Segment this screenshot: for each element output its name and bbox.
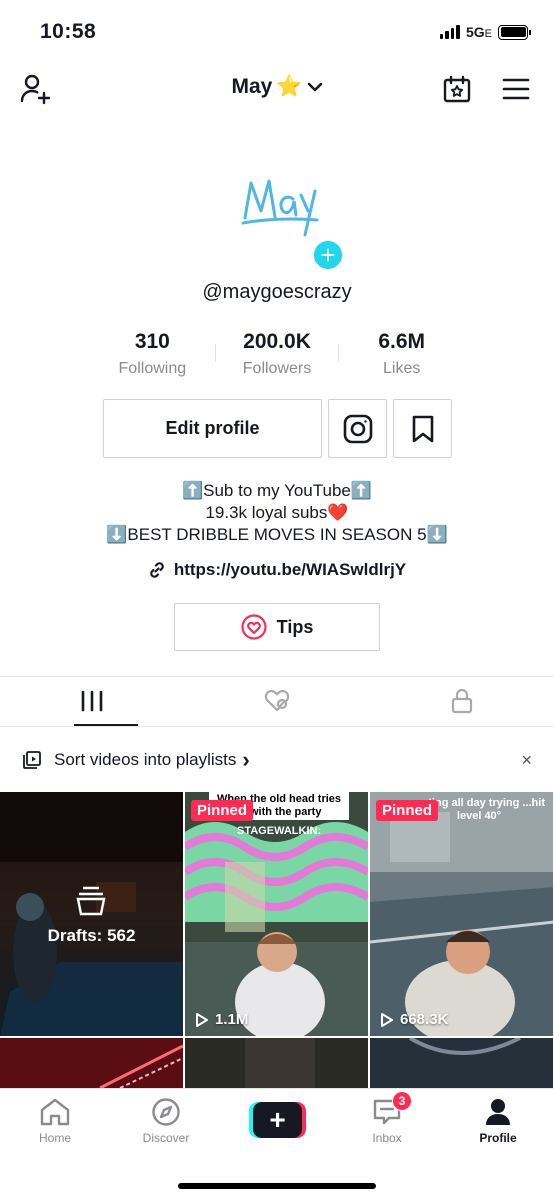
bio-link[interactable]: https://youtu.be/WIASwldlrjY [0,560,554,580]
lock-icon [451,688,472,714]
chevron-right-icon: › [242,747,250,772]
instagram-button[interactable] [328,399,387,458]
drafts-label: Drafts: 562 [47,926,136,945]
tabs-divider [0,726,554,727]
stat-divider [214,344,216,362]
tips-button[interactable]: Tips [174,603,380,651]
create-plus: + [269,1104,286,1135]
video-caption-2: STAGEWALKIN: [237,825,322,837]
instagram-icon [343,414,372,443]
create-button[interactable]: + [249,1102,306,1138]
pinned-badge: Pinned [191,800,254,821]
play-icon [381,1012,393,1027]
hidden-heart-icon [264,690,290,712]
favorites-button[interactable] [393,399,452,458]
link-icon [150,562,164,578]
username: @maygoescrazy [202,281,352,303]
video-tile[interactable]: ...sting all day trying ...hit level 40°… [370,792,553,1036]
video-thumbnail [0,1038,183,1088]
play-icon [196,1012,208,1027]
playlist-banner-label: Sort videos into playlists [54,750,237,769]
nav-profile[interactable]: Profile [453,1097,543,1145]
stat-likes[interactable]: 6.6M Likes [339,330,464,378]
compass-icon [152,1098,180,1126]
video-tile[interactable] [185,1038,368,1088]
stat-value: 6.6M [378,330,426,353]
bio-link-text: https://youtu.be/WIASwldlrjY [173,560,407,579]
stat-label: Likes [383,360,421,377]
stat-label: Followers [242,360,312,377]
nav-inbox[interactable]: 3 Inbox [342,1091,432,1145]
chevron-down-icon [307,82,322,92]
inbox-badge: 3 [392,1091,412,1111]
status-time: 10:58 [40,20,97,43]
view-count: 1.1M [195,1011,248,1028]
menu-icon[interactable] [499,72,533,106]
header-title: May [231,75,273,98]
home-icon [40,1098,70,1126]
nav-label: Profile [479,1131,517,1145]
profile-actions: Edit profile [103,399,452,458]
nav-label: Home [38,1131,71,1145]
tips-heart-icon [241,614,267,640]
status-indicators: 5GE [439,24,531,40]
star-emoji: ⭐ [276,75,303,98]
network-type: 5GE [465,24,492,40]
stat-value: 200.0K [243,330,311,353]
stat-value: 310 [134,330,170,353]
close-icon[interactable]: × [521,750,532,771]
stat-followers[interactable]: 200.0K Followers [214,330,340,378]
video-tile[interactable] [0,1038,183,1088]
bio: ⬆️Sub to my YouTube⬆️ 19.3k loyal subs❤️… [0,480,554,546]
nav-label: Inbox [372,1131,402,1145]
status-bar: 10:58 5GE [0,0,554,66]
add-photo-button[interactable]: + [311,238,345,272]
nav-label: Discover [142,1131,190,1145]
bio-line: ⬆️Sub to my YouTube⬆️ [181,481,373,500]
tab-liked[interactable] [185,676,370,726]
video-thumbnail [185,1038,368,1088]
video-tile[interactable]: When the old head tries to with the part… [185,792,368,1036]
creator-calendar-icon[interactable] [440,72,474,106]
bio-line: ⬇️BEST DRIBBLE MOVES IN SEASON 5⬇️ [106,525,448,544]
video-thumbnail [370,792,553,1036]
bio-line: 19.3k loyal subs❤️ [205,503,349,522]
edit-profile-button[interactable]: Edit profile [103,399,322,458]
content-tabs [0,676,554,726]
playlist-banner[interactable]: Sort videos into playlists › × [0,737,554,783]
profile-header: May ⭐ [0,66,554,112]
view-count: 668.3K [380,1011,448,1028]
drafts-tile[interactable]: Drafts: 562 [0,792,183,1036]
video-thumbnail [370,1038,553,1088]
home-indicator [178,1183,376,1189]
video-tile[interactable] [370,1038,553,1088]
nav-home[interactable]: Home [10,1097,100,1145]
tips-label: Tips [276,616,314,637]
stat-label: Following [118,360,187,377]
nav-discover[interactable]: Discover [121,1097,211,1145]
stat-following[interactable]: 310 Following [90,330,215,378]
profile-icon [486,1099,510,1125]
grid-icon [82,690,103,712]
drafts-icon [76,886,106,916]
signal-icon [439,25,460,39]
profile-stats: 310 Following 200.0K Followers 6.6M Like… [90,330,464,378]
battery-icon [498,24,531,40]
pinned-badge: Pinned [376,800,439,821]
bookmark-icon [412,415,433,442]
tab-videos[interactable] [0,676,185,726]
playlist-icon [23,751,41,769]
tab-private[interactable] [369,676,554,726]
